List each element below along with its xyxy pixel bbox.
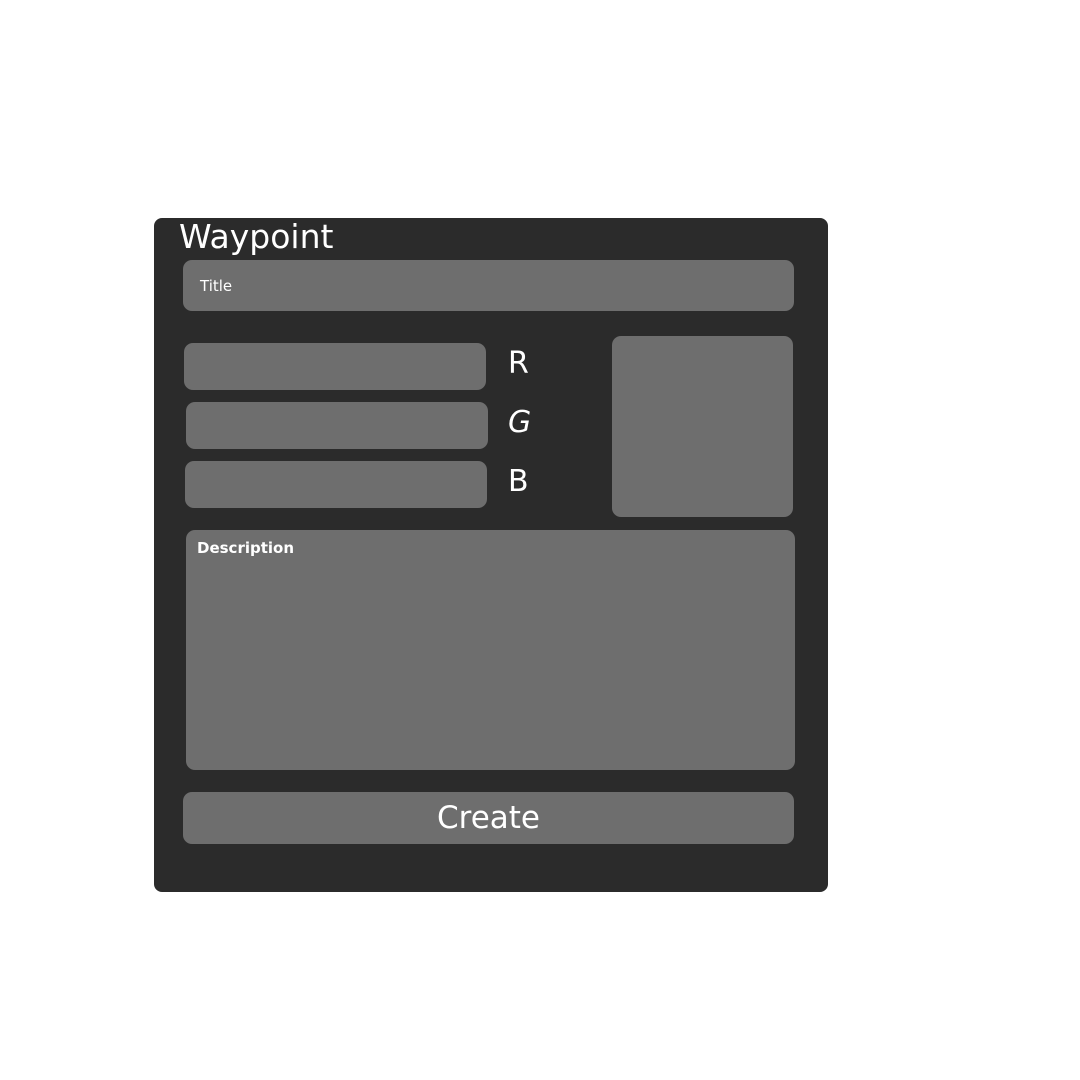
create-button[interactable]: Create: [183, 792, 794, 844]
blue-input[interactable]: [185, 461, 487, 508]
title-input[interactable]: Title: [183, 260, 794, 311]
dialog-title: Waypoint: [179, 217, 334, 256]
green-input[interactable]: [186, 402, 488, 449]
color-preview: [612, 336, 793, 517]
red-input[interactable]: [184, 343, 486, 390]
waypoint-dialog: Waypoint Title R G B Description Create: [154, 218, 828, 892]
blue-label: B: [508, 464, 529, 499]
green-label: G: [508, 405, 532, 440]
red-label: R: [508, 346, 529, 381]
description-input[interactable]: Description: [186, 530, 795, 770]
